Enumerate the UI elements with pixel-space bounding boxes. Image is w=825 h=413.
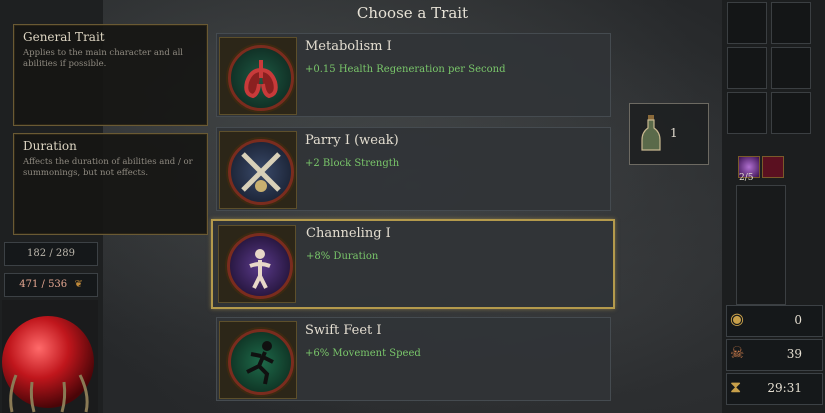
coin-stack-icon: ◉	[730, 309, 744, 328]
gold-value: 0	[794, 313, 802, 327]
empty-panel	[736, 185, 786, 305]
time-stat: ⧗ 29:31	[726, 373, 823, 405]
channeling-figure-icon	[227, 233, 293, 299]
skull-icon: ☠	[730, 343, 745, 362]
general-trait-info: General Trait Applies to the main charac…	[13, 24, 208, 126]
page-title: Choose a Trait	[356, 4, 469, 22]
info-heading: Duration	[23, 139, 77, 153]
inventory-slot[interactable]	[727, 2, 767, 44]
trait-icon-frame	[219, 131, 297, 209]
potion-bottle-icon	[641, 115, 661, 151]
trait-effect: +0.15 Health Regeneration per Second	[305, 64, 506, 75]
inventory-slot[interactable]	[771, 2, 811, 44]
trait-card-channeling[interactable]: Channeling I +8% Duration	[211, 219, 615, 309]
trait-name: Channeling I	[306, 226, 391, 241]
trait-icon-frame	[219, 37, 297, 115]
trait-effect: +8% Duration	[306, 251, 379, 262]
heart-icon: ❦	[74, 279, 83, 290]
hourglass-icon: ⧗	[730, 377, 742, 396]
time-value: 29:31	[767, 381, 802, 395]
health-orb	[2, 300, 98, 413]
inventory-slot[interactable]	[727, 92, 767, 134]
inventory-slot[interactable]	[771, 47, 811, 89]
trait-name: Parry I (weak)	[305, 133, 399, 148]
crossed-swords-icon	[228, 139, 294, 205]
kills-stat: ☠ 39	[726, 339, 823, 371]
health-stat: 471 / 536 ❦	[4, 273, 98, 297]
trait-effect: +2 Block Strength	[305, 158, 400, 169]
inventory-slot[interactable]	[727, 47, 767, 89]
info-heading: General Trait	[23, 30, 105, 44]
duration-info: Duration Affects the duration of abiliti…	[13, 133, 208, 235]
trait-effect: +6% Movement Speed	[305, 348, 421, 359]
trait-card-swift-feet[interactable]: Swift Feet I +6% Movement Speed	[216, 317, 611, 401]
buff-rune-icon[interactable]	[762, 156, 784, 178]
mana-stat: 182 / 289	[4, 242, 98, 266]
trait-card-parry[interactable]: Parry I (weak) +2 Block Strength	[216, 127, 611, 211]
trait-icon-frame	[218, 225, 296, 303]
info-text: Affects the duration of abilities and / …	[23, 157, 193, 178]
lungs-icon	[228, 45, 294, 111]
trait-name: Metabolism I	[305, 39, 392, 54]
info-text: Applies to the main character and all ab…	[23, 48, 184, 69]
buff-stack-count: 2/5	[739, 173, 754, 183]
health-value: 471 / 536	[19, 279, 68, 290]
gold-stat: ◉ 0	[726, 305, 823, 337]
running-figure-icon	[228, 329, 294, 395]
potion-count: 1	[670, 126, 678, 140]
trait-icon-frame	[219, 321, 297, 399]
inventory-slot[interactable]	[771, 92, 811, 134]
kills-value: 39	[786, 347, 802, 361]
potion-slot[interactable]: 1	[629, 103, 709, 165]
trait-card-metabolism[interactable]: Metabolism I +0.15 Health Regeneration p…	[216, 33, 611, 117]
trait-name: Swift Feet I	[305, 323, 382, 338]
